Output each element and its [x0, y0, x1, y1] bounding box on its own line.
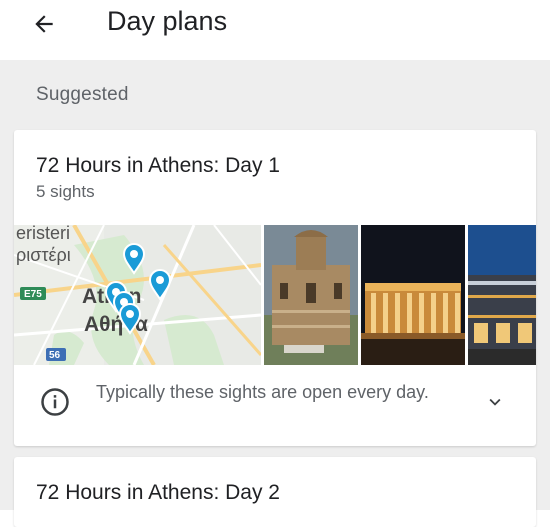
- page-title: Day plans: [107, 6, 228, 36]
- road-shield-label: 56: [49, 350, 61, 361]
- info-icon: [41, 388, 69, 416]
- museum-image: [468, 225, 536, 365]
- info-row: Typically these sights are open every da…: [14, 365, 536, 446]
- card-title: 72 Hours in Athens: Day 1: [36, 154, 280, 177]
- card-subtitle: 5 sights: [36, 182, 95, 201]
- info-text: Typically these sights are open every da…: [96, 382, 429, 402]
- day-plan-card[interactable]: 72 Hours in Athens: Day 1 5 sights erist…: [14, 130, 536, 446]
- day-plan-card[interactable]: 72 Hours in Athens: Day 2: [14, 457, 536, 527]
- church-photo[interactable]: [264, 225, 358, 365]
- back-button[interactable]: [24, 4, 64, 44]
- road-shield-label: E75: [24, 289, 42, 300]
- expand-button[interactable]: [480, 387, 510, 417]
- church-image: [264, 225, 358, 365]
- map-label: eristeri: [16, 225, 70, 243]
- content-area: Suggested 72 Hours in Athens: Day 1 5 si…: [0, 60, 550, 527]
- section-label: Suggested: [36, 84, 129, 105]
- museum-photo[interactable]: [468, 225, 536, 365]
- chevron-down-icon: [489, 398, 501, 406]
- acropolis-image: [361, 225, 465, 365]
- arrow-left-icon: [35, 15, 53, 33]
- card-title: 72 Hours in Athens: Day 2: [36, 481, 280, 504]
- acropolis-night-photo[interactable]: [361, 225, 465, 365]
- app-bar: Day plans: [0, 0, 550, 60]
- map-label: ριστέρι: [16, 245, 71, 265]
- media-strip: eristeri ριστέρι Athen Αθήνα E75 56: [14, 225, 536, 365]
- map-graphic: eristeri ριστέρι Athen Αθήνα E75 56: [14, 225, 263, 365]
- map-thumbnail[interactable]: eristeri ριστέρι Athen Αθήνα E75 56: [14, 225, 263, 365]
